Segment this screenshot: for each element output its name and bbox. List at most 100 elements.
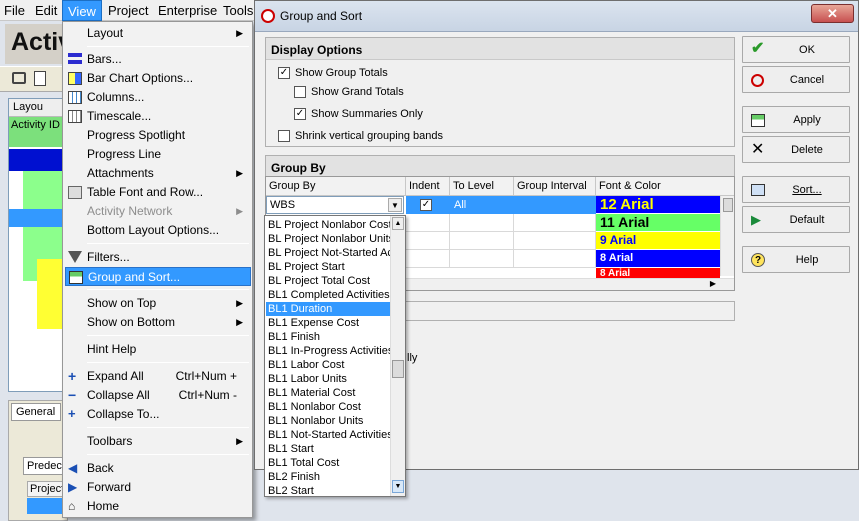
dropdown-option[interactable]: BL Project Not-Started Activities <box>266 246 390 260</box>
ok-button[interactable]: ✔ OK <box>742 36 850 63</box>
menu-tools[interactable]: Tools <box>223 3 253 18</box>
dropdown-option[interactable]: BL1 Completed Activities <box>266 288 390 302</box>
dropdown-option[interactable]: BL1 Finish <box>266 330 390 344</box>
menu-item-show-on-top[interactable]: Show on Top ▶ <box>65 294 251 313</box>
menu-file[interactable]: File <box>4 3 25 18</box>
dropdown-option[interactable]: BL1 Duration <box>266 302 390 316</box>
filter-icon <box>68 251 82 263</box>
dropdown-option[interactable]: BL1 Total Cost <box>266 456 390 470</box>
menu-item-show-on-bottom[interactable]: Show on Bottom ▶ <box>65 313 251 332</box>
font-color-cell-2[interactable]: 11 Arial <box>596 214 720 231</box>
selected-row[interactable] <box>9 209 67 227</box>
menu-item-back[interactable]: ◀ Back <box>65 459 251 478</box>
print-icon[interactable] <box>12 72 26 84</box>
menu-item-toolbars[interactable]: Toolbars ▶ <box>65 432 251 451</box>
menu-item-attachments[interactable]: Attachments ▶ <box>65 164 251 183</box>
menu-item-label: Expand All <box>87 369 144 383</box>
header-group-by[interactable]: Group By <box>266 177 406 196</box>
menu-item-group-and-sort[interactable]: Group and Sort... <box>65 267 251 286</box>
forward-icon: ▶ <box>68 480 78 494</box>
print-preview-icon[interactable] <box>34 71 46 86</box>
dropdown-option[interactable]: BL Project Total Cost <box>266 274 390 288</box>
menu-enterprise[interactable]: Enterprise <box>158 3 217 18</box>
group-by-select[interactable]: WBS ▼ <box>266 196 404 214</box>
close-button[interactable]: ✕ <box>811 4 854 23</box>
default-button[interactable]: ▶ Default <box>742 206 850 233</box>
menu-separator <box>87 243 249 244</box>
dropdown-option[interactable]: BL2 Finish <box>266 470 390 484</box>
font-color-cell-3[interactable]: 9 Arial <box>596 232 720 249</box>
activity-id-header[interactable]: Activity ID <box>9 117 67 147</box>
menu-item-filters[interactable]: Filters... <box>65 248 251 267</box>
help-button[interactable]: ? Help <box>742 246 850 273</box>
cancel-label: Cancel <box>789 74 825 86</box>
dropdown-scroll-thumb[interactable] <box>392 360 404 378</box>
menu-item-columns[interactable]: Columns... <box>65 88 251 107</box>
scroll-down-icon[interactable]: ▼ <box>392 480 404 493</box>
menu-item-timescale[interactable]: Timescale... <box>65 107 251 126</box>
header-group-interval[interactable]: Group Interval <box>514 177 596 196</box>
sort-button[interactable]: Sort... <box>742 176 850 203</box>
menu-item-bar-chart-options[interactable]: Bar Chart Options... <box>65 69 251 88</box>
dropdown-option[interactable]: BL2 Start <box>266 484 390 496</box>
menu-item-table-font[interactable]: Table Font and Row... <box>65 183 251 202</box>
cancel-button[interactable]: Cancel <box>742 66 850 93</box>
delete-button[interactable]: ✕ Delete <box>742 136 850 163</box>
menu-project[interactable]: Project <box>108 3 148 18</box>
chevron-down-icon[interactable]: ▼ <box>388 198 402 212</box>
dropdown-option[interactable]: BL1 Not-Started Activities <box>266 428 390 442</box>
header-font-color[interactable]: Font & Color <box>596 177 734 196</box>
menu-view[interactable]: View <box>62 0 102 21</box>
dropdown-scrollbar[interactable]: ▲ ▼ <box>390 216 405 496</box>
menu-item-hint-help[interactable]: Hint Help <box>65 340 251 359</box>
menu-edit[interactable]: Edit <box>35 3 57 18</box>
collapse-all-icon: − <box>68 387 77 403</box>
menu-item-label: Bars... <box>87 52 122 66</box>
menu-item-bars[interactable]: Bars... <box>65 50 251 69</box>
menu-item-activity-network[interactable]: Activity Network ▶ <box>65 202 251 221</box>
menu-item-home[interactable]: ⌂ Home <box>65 497 251 516</box>
font-color-cell-4[interactable]: 8 Arial <box>596 250 720 267</box>
apply-button[interactable]: Apply <box>742 106 850 133</box>
menu-item-progress-line[interactable]: Progress Line <box>65 145 251 164</box>
dropdown-option[interactable]: BL Project Start <box>266 260 390 274</box>
menu-item-collapse-all[interactable]: − Collapse All Ctrl+Num - <box>65 386 251 405</box>
dropdown-option[interactable]: BL1 Labor Units <box>266 372 390 386</box>
layout-label[interactable]: Layou <box>9 99 67 117</box>
dropdown-option[interactable]: BL1 Expense Cost <box>266 316 390 330</box>
dropdown-option[interactable]: BL1 In-Progress Activities <box>266 344 390 358</box>
menu-separator <box>87 427 249 428</box>
show-summaries-only-checkbox[interactable]: ✓ <box>294 108 306 120</box>
to-level-value[interactable]: All <box>454 199 466 211</box>
tab-general[interactable]: General <box>11 403 61 421</box>
header-to-level[interactable]: To Level <box>450 177 514 196</box>
scroll-up-icon[interactable]: ▲ <box>392 217 404 230</box>
scroll-right-icon[interactable]: ▶ <box>710 279 716 288</box>
font-color-cell-1[interactable]: 12 Arial <box>596 196 720 213</box>
scroll-thumb[interactable] <box>723 198 733 212</box>
dropdown-option[interactable]: BL1 Material Cost <box>266 386 390 400</box>
dropdown-option[interactable]: BL1 Labor Cost <box>266 358 390 372</box>
header-indent[interactable]: Indent <box>406 177 450 196</box>
tab-predecessors[interactable]: Predec <box>23 457 67 475</box>
menu-item-expand-all[interactable]: + Expand All Ctrl+Num + <box>65 367 251 386</box>
font-color-cell-5[interactable]: 8 Arial <box>596 268 720 278</box>
menu-item-forward[interactable]: ▶ Forward <box>65 478 251 497</box>
dropdown-option[interactable]: BL1 Nonlabor Cost <box>266 400 390 414</box>
grid-vertical-scrollbar[interactable] <box>720 196 734 276</box>
dropdown-option[interactable]: BL Project Nonlabor Units <box>266 232 390 246</box>
dropdown-option[interactable]: BL1 Nonlabor Units <box>266 414 390 428</box>
shrink-bands-checkbox[interactable] <box>278 130 290 142</box>
dialog-titlebar[interactable]: Group and Sort ✕ <box>255 1 858 32</box>
menu-item-layout[interactable]: Layout ▶ <box>65 24 251 43</box>
indent-checkbox[interactable]: ✓ <box>420 199 432 211</box>
dropdown-option[interactable]: BL Project Nonlabor Cost <box>266 218 390 232</box>
menu-item-bottom-layout-options[interactable]: Bottom Layout Options... <box>65 221 251 240</box>
group-by-title: Group By <box>265 155 735 177</box>
show-grand-totals-checkbox[interactable] <box>294 86 306 98</box>
selected-group-row[interactable] <box>406 196 596 214</box>
dropdown-option[interactable]: BL1 Start <box>266 442 390 456</box>
menu-item-collapse-to[interactable]: + Collapse To... <box>65 405 251 424</box>
menu-item-progress-spotlight[interactable]: Progress Spotlight <box>65 126 251 145</box>
show-group-totals-checkbox[interactable]: ✓ <box>278 67 290 79</box>
